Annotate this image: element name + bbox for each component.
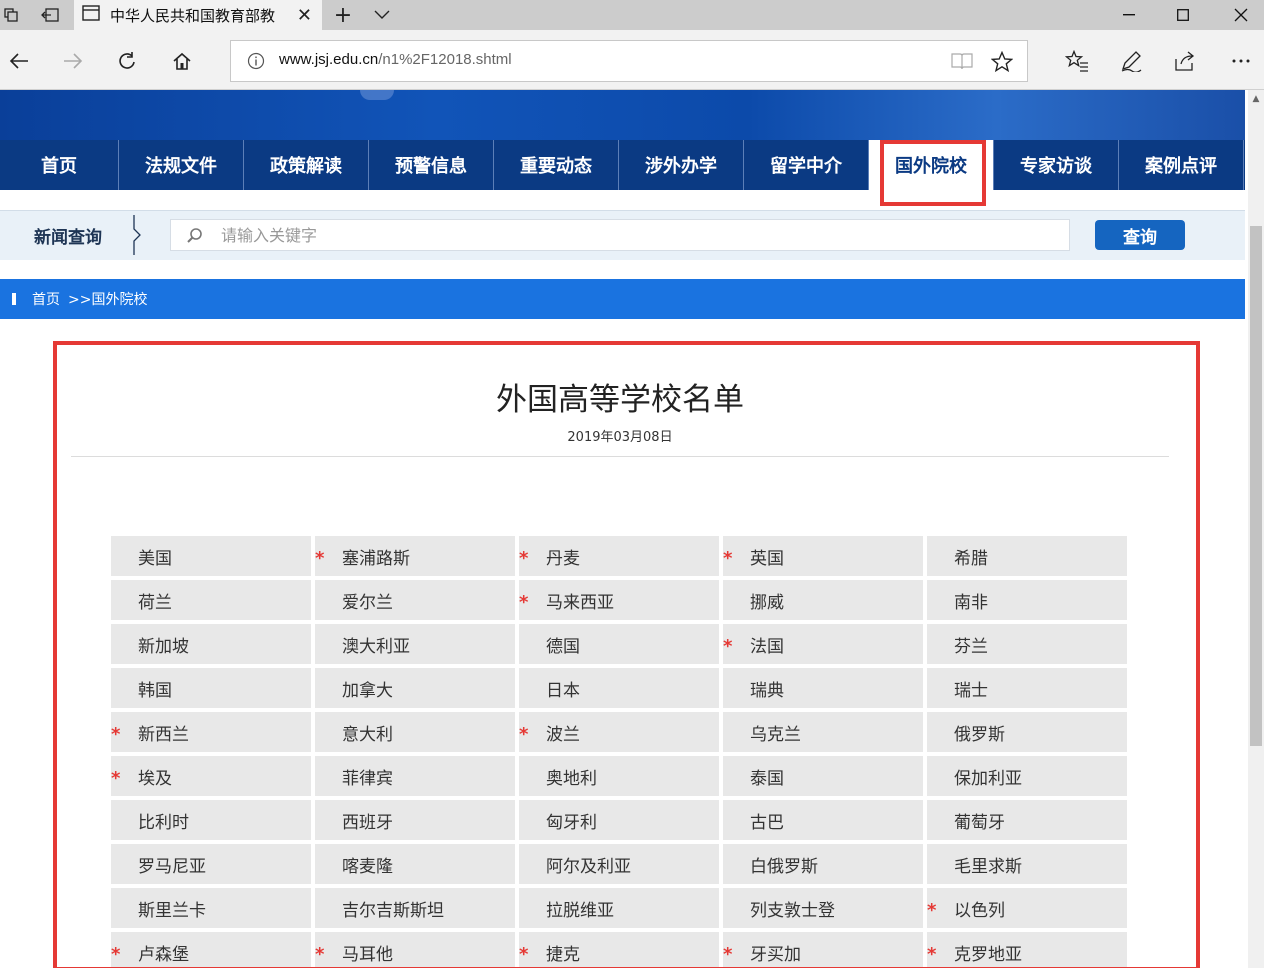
main-navigation: 首页 法规文件 政策解读 预警信息 重要动态 涉外办学 留学中介 国外院校 专家访谈 案例点评 (0, 140, 1245, 190)
more-menu-icon[interactable] (1224, 44, 1258, 78)
site-banner (0, 90, 1245, 140)
search-label: 新闻查询 (34, 228, 102, 248)
search-label-separator-icon (133, 215, 141, 255)
page-viewport: 首页 法规文件 政策解读 预警信息 重要动态 涉外办学 留学中介 国外院校 专家访谈 案例点评 新… (0, 90, 1248, 968)
browser-titlebar: 中华人民共和国教育部教 ✕ + (0, 0, 1264, 30)
address-bar[interactable]: www.jsj.edu.cn/n1%2F12018.shtml (230, 40, 1028, 82)
close-tab-icon[interactable]: ✕ (297, 5, 312, 26)
page-favicon-icon (82, 5, 100, 25)
browser-tab-active[interactable]: 中华人民共和国教育部教 ✕ (74, 0, 322, 30)
nav-item-9[interactable]: 案例点评 (1119, 140, 1244, 190)
home-icon[interactable] (165, 44, 199, 78)
favorite-star-icon[interactable] (990, 50, 1014, 77)
banner-emblem-fragment (360, 90, 394, 100)
set-aside-tabs-icon[interactable] (36, 0, 64, 30)
nav-item-8[interactable]: 专家访谈 (994, 140, 1119, 190)
share-icon[interactable] (1168, 44, 1202, 78)
tab-title: 中华人民共和国教育部教 (110, 6, 276, 25)
nav-highlight-box (880, 140, 986, 206)
nav-item-2[interactable]: 政策解读 (244, 140, 369, 190)
url-host: www.jsj.edu.cn (279, 51, 379, 68)
maximize-icon[interactable] (1160, 0, 1206, 30)
nav-item-3[interactable]: 预警信息 (369, 140, 494, 190)
search-input[interactable] (221, 220, 1061, 250)
url-text[interactable]: www.jsj.edu.cn/n1%2F12018.shtml (279, 51, 512, 68)
back-icon[interactable] (2, 44, 36, 78)
nav-item-4[interactable]: 重要动态 (494, 140, 619, 190)
nav-item-1[interactable]: 法规文件 (119, 140, 244, 190)
favorites-list-icon[interactable] (1060, 44, 1094, 78)
url-path: /n1%2F12018.shtml (378, 51, 512, 68)
new-tab-icon[interactable]: + (330, 0, 356, 30)
search-button[interactable]: 查询 (1095, 220, 1185, 250)
breadcrumb-home-link[interactable]: 首页 (32, 289, 60, 309)
refresh-icon[interactable] (110, 44, 144, 78)
scrollbar-thumb[interactable] (1250, 226, 1262, 746)
nav-item-5[interactable]: 涉外办学 (619, 140, 744, 190)
forward-icon[interactable] (56, 44, 90, 78)
web-note-pen-icon[interactable] (1114, 44, 1148, 78)
content-highlight-box (53, 341, 1200, 968)
reading-view-icon[interactable] (951, 52, 973, 74)
browser-toolbar: www.jsj.edu.cn/n1%2F12018.shtml (0, 30, 1264, 90)
close-window-icon[interactable] (1218, 0, 1264, 30)
tab-preview-chevron-icon[interactable] (370, 0, 394, 30)
scroll-up-icon[interactable]: ▲ (1248, 90, 1264, 108)
breadcrumb-current[interactable]: >>国外院校 (68, 289, 147, 309)
breadcrumb: 首页 >>国外院校 (0, 279, 1245, 319)
site-info-icon[interactable] (247, 52, 265, 74)
nav-item-6[interactable]: 留学中介 (744, 140, 869, 190)
search-field[interactable] (170, 219, 1070, 251)
minimize-icon[interactable] (1106, 0, 1152, 30)
search-icon (187, 228, 202, 243)
breadcrumb-marker (12, 293, 16, 305)
tab-actions-icon[interactable] (0, 0, 22, 30)
vertical-scrollbar[interactable]: ▲ (1248, 90, 1264, 968)
news-search-bar: 新闻查询 查询 (0, 210, 1245, 260)
nav-item-0[interactable]: 首页 (0, 140, 119, 190)
